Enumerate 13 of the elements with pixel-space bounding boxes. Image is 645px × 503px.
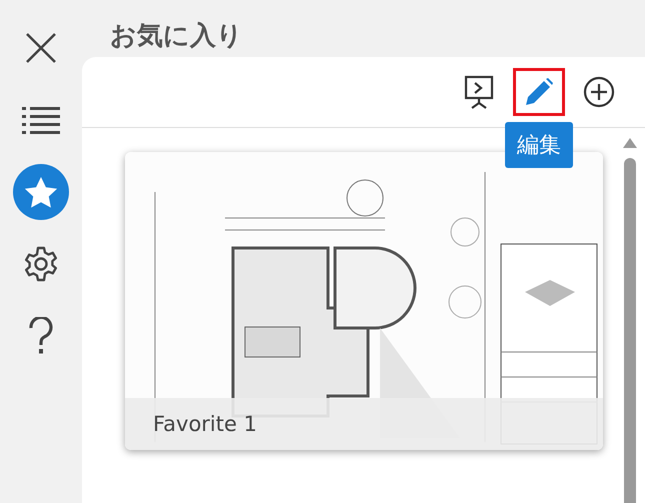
tooltip: 編集 [505,122,573,168]
scrollbar-thumb[interactable] [624,158,636,503]
add-icon [583,76,615,108]
star-icon [24,176,58,208]
pencil-icon [524,77,554,107]
close-icon [24,31,58,65]
settings-icon [23,246,59,282]
page-title: お気に入り [109,20,244,53]
card-caption: Favorite 1 [125,398,603,450]
scroll-up-icon[interactable] [623,138,637,148]
presentation-icon [464,75,494,109]
menu-icon [22,106,60,134]
help-icon [28,317,54,355]
